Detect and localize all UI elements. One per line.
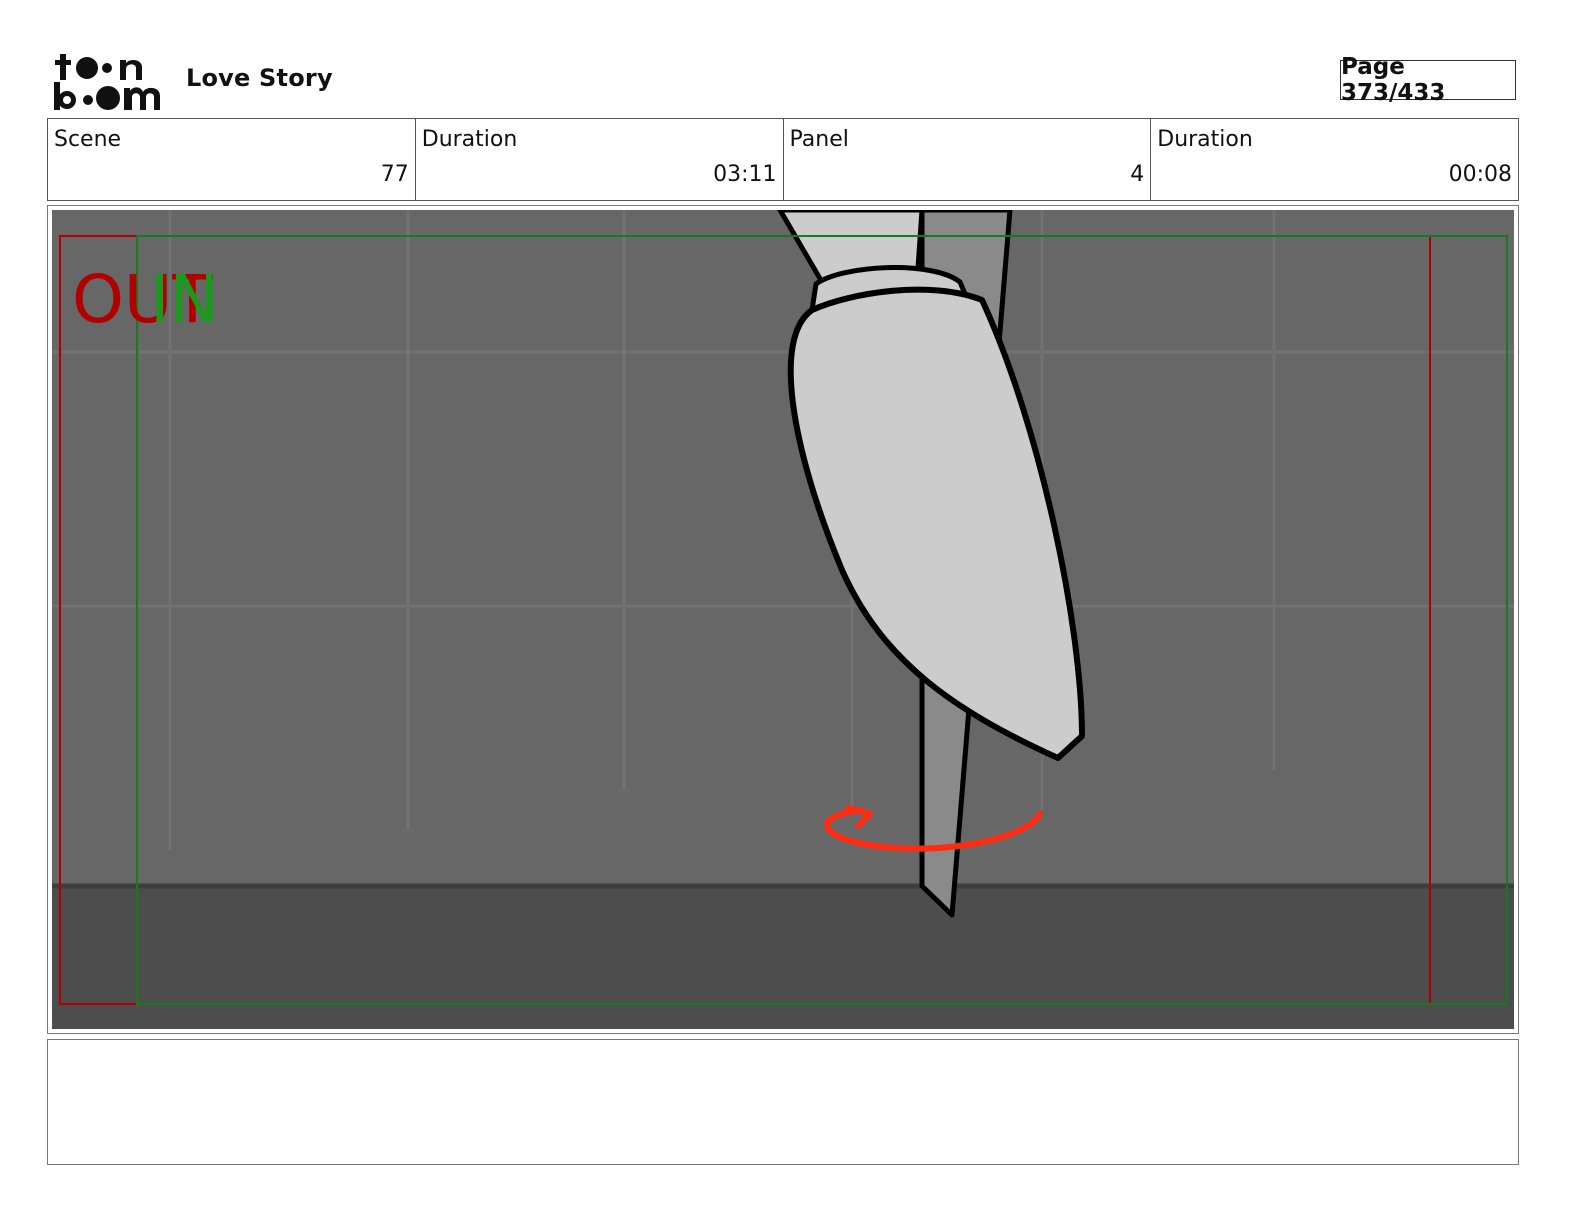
panel-cell: Panel 4 (782, 119, 1151, 200)
panel-frame: OUT IN (47, 205, 1519, 1034)
scene-info-table: Scene 77 Duration 03:11 Panel 4 Duration… (47, 118, 1519, 201)
floor (52, 884, 1514, 1029)
scene-cell: Scene 77 (48, 119, 415, 200)
panel-duration-label: Duration (1157, 127, 1253, 152)
panel-label: Panel (789, 127, 849, 152)
scene-duration-cell: Duration 03:11 (414, 119, 783, 200)
page-number: Page 373/433 (1340, 54, 1516, 106)
toon-boom-logo (54, 54, 160, 110)
scene-label: Scene (54, 127, 122, 152)
panel-drawing: OUT IN (52, 210, 1514, 1029)
panel-value: 4 (1130, 162, 1145, 187)
in-label: IN (150, 261, 219, 338)
scene-duration-label: Duration (421, 127, 518, 152)
scene-value: 77 (380, 162, 409, 187)
scene-duration-value: 03:11 (713, 162, 777, 187)
panel-duration-cell: Duration 00:08 (1150, 119, 1518, 200)
panel-duration-value: 00:08 (1448, 162, 1512, 187)
project-title: Love Story (186, 64, 333, 92)
notes-box (47, 1039, 1519, 1165)
